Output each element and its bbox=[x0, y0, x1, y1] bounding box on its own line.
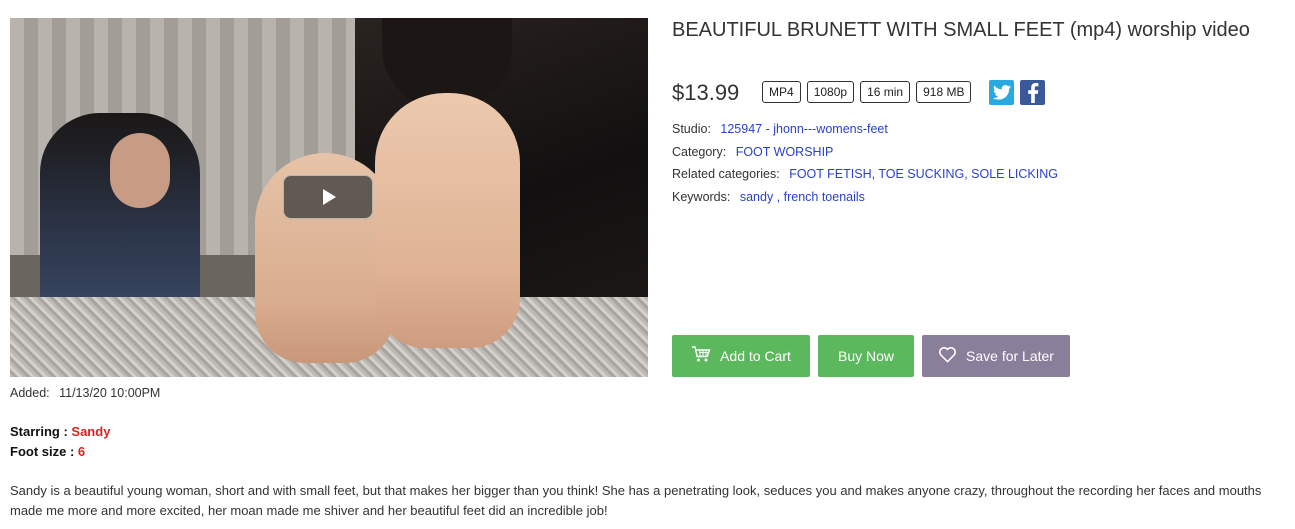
add-to-cart-button[interactable]: Add to Cart bbox=[672, 335, 810, 377]
video-player[interactable] bbox=[10, 18, 648, 377]
foot-size-label: Foot size : bbox=[10, 444, 78, 459]
video-frame-face bbox=[110, 133, 170, 208]
category-link[interactable]: FOOT WORSHIP bbox=[736, 145, 834, 159]
action-buttons: Add to Cart Buy Now Save for Later bbox=[672, 335, 1070, 377]
format-badges: MP4 1080p 16 min 918 MB bbox=[762, 81, 972, 103]
studio-row: Studio: 125947 - jhonn---womens-feet bbox=[672, 122, 1058, 145]
category-row: Category: FOOT WORSHIP bbox=[672, 145, 1058, 168]
cart-icon bbox=[691, 346, 711, 366]
save-for-later-label: Save for Later bbox=[966, 348, 1054, 364]
starring-value: Sandy bbox=[71, 424, 111, 439]
product-description: Sandy is a beautiful young woman, short … bbox=[10, 483, 1262, 518]
format-badge: MP4 bbox=[762, 81, 801, 103]
added-value: 11/13/20 10:00PM bbox=[59, 386, 161, 400]
video-frame-foot-right bbox=[375, 93, 520, 348]
facebook-icon[interactable] bbox=[1020, 80, 1045, 105]
play-icon bbox=[323, 189, 336, 205]
heart-icon bbox=[938, 346, 957, 366]
buy-now-label: Buy Now bbox=[837, 348, 895, 364]
foot-size-value: 6 bbox=[77, 444, 86, 459]
buy-now-button[interactable]: Buy Now bbox=[818, 335, 914, 377]
keywords-row: Keywords: sandy , french toenails bbox=[672, 190, 1058, 213]
category-label: Category: bbox=[672, 144, 727, 159]
product-title: BEAUTIFUL BRUNETT WITH SMALL FEET (mp4) … bbox=[672, 19, 1250, 41]
added-label: Added: bbox=[10, 386, 50, 400]
add-to-cart-label: Add to Cart bbox=[720, 348, 791, 364]
price: $13.99 bbox=[672, 80, 740, 105]
product-meta: Studio: 125947 - jhonn---womens-feet Cat… bbox=[672, 122, 1058, 212]
keywords-links[interactable]: sandy , french toenails bbox=[740, 190, 865, 204]
starring-row: Starring : Sandy bbox=[10, 422, 110, 442]
duration-badge: 16 min bbox=[860, 81, 911, 103]
twitter-icon[interactable] bbox=[989, 80, 1014, 105]
foot-size-row: Foot size : 6 bbox=[10, 442, 110, 462]
keywords-label: Keywords: bbox=[672, 189, 731, 204]
added-date: Added: 11/13/20 10:00PM bbox=[10, 386, 160, 400]
filesize-badge: 918 MB bbox=[916, 81, 972, 103]
play-button[interactable] bbox=[283, 175, 373, 219]
related-categories-label: Related categories: bbox=[672, 167, 780, 181]
studio-link[interactable]: 125947 - jhonn---womens-feet bbox=[720, 122, 887, 136]
social-share bbox=[989, 80, 1045, 105]
starring-label: Starring : bbox=[10, 424, 72, 439]
resolution-badge: 1080p bbox=[806, 81, 855, 103]
studio-label: Studio: bbox=[672, 122, 711, 136]
save-for-later-button[interactable]: Save for Later bbox=[922, 335, 1070, 377]
related-categories-row: Related categories: FOOT FETISH, TOE SUC… bbox=[672, 167, 1058, 190]
related-categories-links[interactable]: FOOT FETISH, TOE SUCKING, SOLE LICKING bbox=[789, 167, 1058, 181]
performer-details: Starring : Sandy Foot size : 6 bbox=[10, 422, 110, 462]
